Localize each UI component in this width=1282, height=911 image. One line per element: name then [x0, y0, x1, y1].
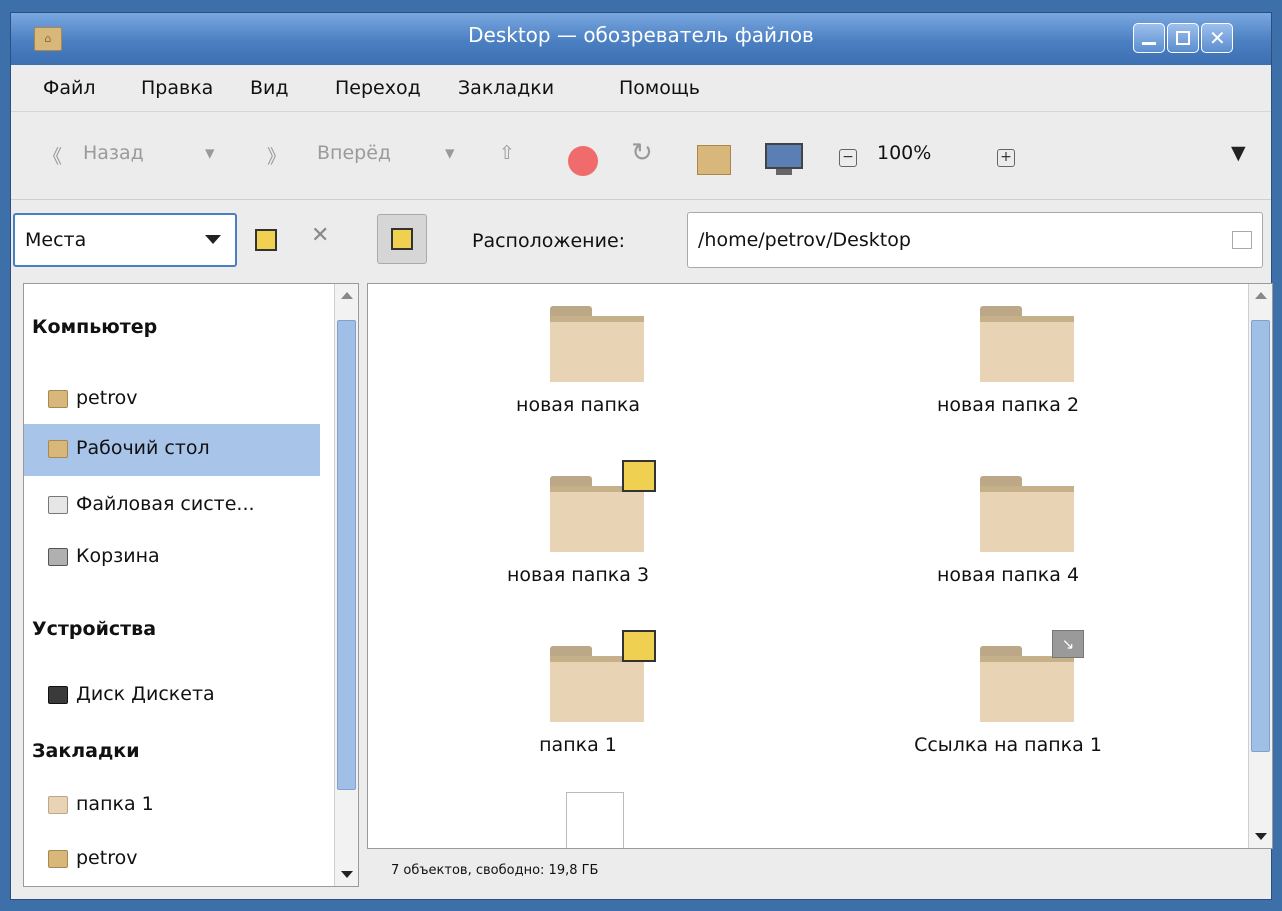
menu-bookmarks[interactable]: Закладки	[458, 77, 554, 99]
sidebar-item-petrov[interactable]: petrov	[24, 374, 320, 426]
scroll-thumb[interactable]	[1251, 320, 1270, 752]
scroll-up-icon[interactable]	[1255, 292, 1267, 299]
scroll-down-icon[interactable]	[341, 871, 353, 878]
sidebar-item-bookmark-papka1[interactable]: папка 1	[24, 780, 320, 832]
link-emblem-icon: ↘	[1052, 630, 1084, 658]
sidebar-item-label: Корзина	[76, 545, 160, 567]
forward-button[interactable]: Вперёд	[317, 142, 391, 164]
close-button[interactable]: ✕	[1201, 23, 1233, 53]
file-item[interactable]: новая папка 4	[858, 466, 1158, 616]
menu-go[interactable]: Переход	[335, 77, 421, 99]
sidebar-item-label: petrov	[76, 847, 138, 869]
toggle-location-button[interactable]	[377, 214, 427, 264]
folder-icon	[980, 306, 1074, 382]
sidebar-item-floppy[interactable]: Диск Дискета	[24, 670, 320, 722]
sidebar-item-bookmark-petrov[interactable]: petrov	[24, 834, 320, 886]
home-folder-icon	[48, 850, 68, 868]
back-dropdown-icon[interactable]: ▾	[205, 142, 215, 164]
folder-icon	[550, 306, 644, 382]
file-name: новая папка 3	[506, 564, 650, 586]
stop-icon[interactable]	[568, 146, 598, 176]
zoom-level: 100%	[877, 142, 932, 164]
home-folder-icon	[48, 390, 68, 408]
sidebar-scrollbar[interactable]	[334, 284, 358, 886]
sidebar-item-filesystem[interactable]: Файловая систе...	[24, 480, 320, 532]
forward-dropdown-icon[interactable]: ▾	[445, 142, 455, 164]
location-label: Расположение:	[472, 230, 626, 252]
file-icon-view: новая папка новая папка 2 новая папка 3 …	[367, 283, 1273, 849]
folder-icon	[48, 796, 68, 814]
sidebar-item-label: Рабочий стол	[76, 437, 210, 459]
status-bar-text: 7 объектов, свободно: 19,8 ГБ	[391, 863, 599, 878]
places-sidebar: Компьютер petrov Рабочий стол Файловая с…	[23, 283, 359, 887]
menu-edit[interactable]: Правка	[141, 77, 213, 99]
scroll-thumb[interactable]	[337, 320, 356, 790]
menu-view[interactable]: Вид	[250, 77, 289, 99]
file-item[interactable]: новая папка	[428, 296, 728, 446]
sidebar-item-trash[interactable]: Корзина	[24, 532, 320, 584]
places-dropdown-label: Места	[25, 229, 87, 251]
menu-file[interactable]: Файл	[43, 77, 96, 99]
sidebar-item-desktop[interactable]: Рабочий стол	[24, 424, 320, 476]
up-icon[interactable]: ⇧	[499, 142, 515, 164]
sidebar-item-label: petrov	[76, 387, 138, 409]
scroll-up-icon[interactable]	[341, 292, 353, 299]
floppy-icon	[48, 686, 68, 704]
minimize-button[interactable]	[1133, 23, 1165, 53]
section-devices: Устройства	[32, 618, 157, 640]
sidebar-item-label: Файловая систе...	[76, 493, 255, 515]
home-icon[interactable]	[697, 145, 731, 175]
menu-bar: Файл Правка Вид Переход Закладки Помощь	[11, 65, 1271, 112]
computer-stand-icon	[776, 169, 792, 175]
clear-location-icon[interactable]	[1232, 231, 1252, 249]
section-bookmarks: Закладки	[32, 740, 140, 762]
edit-emblem-icon	[622, 460, 656, 492]
forward-icon: 》	[267, 146, 287, 168]
trash-icon	[48, 548, 68, 566]
close-icon: ✕	[1209, 26, 1226, 50]
back-button[interactable]: Назад	[83, 142, 144, 164]
window-title: Desktop — обозреватель файлов	[468, 23, 814, 47]
zoom-in-icon[interactable]: +	[997, 149, 1015, 167]
sidebar-item-label: Диск Дискета	[76, 683, 215, 705]
file-item[interactable]: новая папка 3	[428, 460, 728, 616]
file-name: новая папка 4	[936, 564, 1080, 586]
file-name: папка 1	[539, 734, 617, 756]
folder-icon	[980, 476, 1074, 552]
sidebar-note-icon[interactable]	[255, 229, 277, 251]
reload-icon[interactable]: ↻	[631, 138, 653, 168]
edit-location-icon	[391, 228, 413, 250]
menu-help[interactable]: Помощь	[619, 77, 700, 99]
places-dropdown[interactable]: Места	[13, 213, 237, 267]
file-name: новая папка 2	[936, 394, 1080, 416]
title-bar[interactable]: ⌂ Desktop — обозреватель файлов ✕	[11, 13, 1271, 65]
location-bar: Места ✕ Расположение: /home/petrov/Deskt…	[11, 199, 1271, 283]
computer-icon[interactable]	[765, 143, 803, 169]
toolbar: 《 Назад ▾ 》 Вперёд ▾ ⇧ ↻ − 100% + ▼	[11, 111, 1271, 200]
file-manager-window: ⌂ Desktop — обозреватель файлов ✕ Файл П…	[10, 12, 1273, 900]
desktop-folder-icon	[48, 440, 68, 458]
file-item[interactable]: ↘ Ссылка на папка 1	[858, 630, 1158, 786]
close-sidebar-icon[interactable]: ✕	[311, 223, 329, 248]
location-input[interactable]: /home/petrov/Desktop	[687, 212, 1263, 268]
file-name: новая папка	[516, 394, 640, 416]
filesystem-icon	[48, 496, 68, 514]
document-icon[interactable]	[566, 792, 624, 848]
toolbar-overflow-icon[interactable]: ▼	[1231, 142, 1246, 164]
section-computer: Компьютер	[32, 316, 158, 338]
zoom-out-icon[interactable]: −	[839, 149, 857, 167]
location-value: /home/petrov/Desktop	[698, 229, 911, 251]
view-scrollbar[interactable]	[1248, 284, 1272, 848]
scroll-down-icon[interactable]	[1255, 833, 1267, 840]
file-name: Ссылка на папка 1	[914, 734, 1102, 756]
maximize-button[interactable]	[1167, 23, 1199, 53]
sidebar-item-label: папка 1	[76, 793, 154, 815]
edit-emblem-icon	[622, 630, 656, 662]
back-icon: 《	[43, 146, 63, 168]
file-item[interactable]: новая папка 2	[858, 296, 1158, 446]
file-item[interactable]: папка 1	[428, 630, 728, 786]
chevron-down-icon	[205, 235, 221, 244]
